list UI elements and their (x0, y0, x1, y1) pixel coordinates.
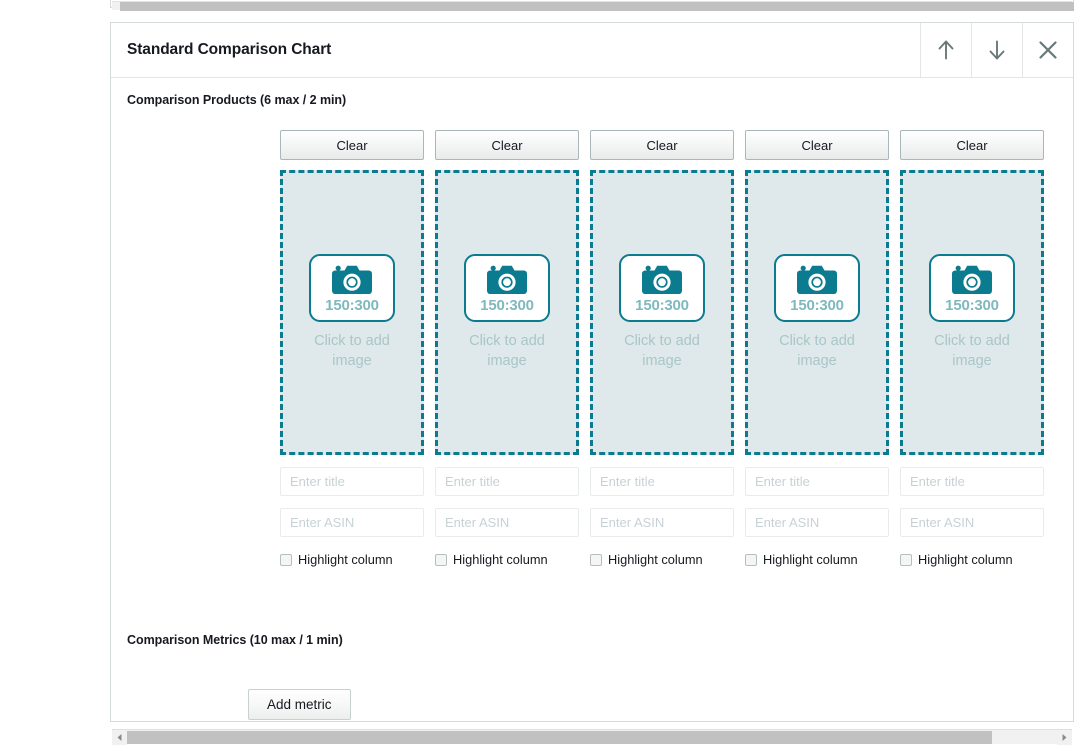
comparison-products-label: Comparison Products (6 max / 2 min) (127, 93, 347, 107)
image-dropzone[interactable]: 150:300 Click to add image (900, 170, 1044, 455)
clear-button[interactable]: Clear (280, 130, 424, 160)
dropzone-caption: Click to add image (934, 333, 1010, 369)
checkbox-box[interactable] (590, 553, 602, 566)
product-column: Clear 150:300 Click to add image Highlig… (435, 130, 579, 567)
highlight-column-checkbox[interactable]: Highlight column (900, 552, 1044, 567)
move-up-button[interactable] (920, 23, 971, 77)
product-column: Clear 150:300 Click to add image Highlig… (280, 130, 424, 567)
product-asin-input[interactable] (280, 508, 424, 537)
product-column: Clear 150:300 Click to add image Highlig… (590, 130, 734, 567)
comparison-metrics-label: Comparison Metrics (10 max / 1 min) (127, 633, 343, 647)
standard-comparison-chart-panel: Standard Comparison Chart Comparison Pro… (110, 22, 1074, 722)
product-title-input[interactable] (900, 467, 1044, 496)
highlight-column-label: Highlight column (918, 552, 1013, 567)
highlight-column-checkbox[interactable]: Highlight column (590, 552, 734, 567)
highlight-column-checkbox[interactable]: Highlight column (280, 552, 424, 567)
scroll-right-button[interactable] (1057, 729, 1072, 745)
camera-glyph (797, 265, 837, 294)
scroll-right-icon (1061, 733, 1068, 742)
close-icon (1036, 38, 1060, 62)
arrow-down-icon (986, 38, 1008, 62)
panel-header-actions (920, 23, 1073, 77)
previous-panel-scrollbar[interactable] (112, 1, 1074, 11)
add-metric-button[interactable]: Add metric (248, 689, 351, 720)
dropzone-caption: Click to add image (779, 333, 855, 369)
image-ratio-label: 150:300 (945, 297, 999, 314)
camera-icon: 150:300 (619, 254, 705, 322)
product-asin-input[interactable] (900, 508, 1044, 537)
horizontal-scrollbar-track[interactable] (992, 731, 1057, 744)
image-ratio-label: 150:300 (325, 297, 379, 314)
move-down-button[interactable] (971, 23, 1022, 77)
checkbox-box[interactable] (280, 553, 292, 566)
camera-icon: 150:300 (309, 254, 395, 322)
highlight-column-checkbox[interactable]: Highlight column (745, 552, 889, 567)
product-asin-input[interactable] (590, 508, 734, 537)
product-column: Clear 150:300 Click to add image Highlig… (900, 130, 1044, 567)
image-dropzone[interactable]: 150:300 Click to add image (590, 170, 734, 455)
image-dropzone[interactable]: 150:300 Click to add image (435, 170, 579, 455)
scroll-left-icon (116, 733, 123, 742)
highlight-column-checkbox[interactable]: Highlight column (435, 552, 579, 567)
horizontal-scrollbar[interactable] (112, 729, 1072, 745)
panel-header: Standard Comparison Chart (111, 23, 1073, 78)
clear-button[interactable]: Clear (590, 130, 734, 160)
camera-glyph (332, 265, 372, 294)
page-title: Standard Comparison Chart (127, 41, 332, 58)
image-ratio-label: 150:300 (480, 297, 534, 314)
image-ratio-label: 150:300 (790, 297, 844, 314)
clear-button[interactable]: Clear (435, 130, 579, 160)
camera-icon: 150:300 (929, 254, 1015, 322)
horizontal-scrollbar-thumb[interactable] (127, 730, 992, 744)
product-title-input[interactable] (745, 467, 889, 496)
camera-glyph (952, 265, 992, 294)
product-asin-input[interactable] (745, 508, 889, 537)
dropzone-caption: Click to add image (624, 333, 700, 369)
highlight-column-label: Highlight column (608, 552, 703, 567)
image-dropzone[interactable]: 150:300 Click to add image (745, 170, 889, 455)
checkbox-box[interactable] (435, 553, 447, 566)
product-column: Clear 150:300 Click to add image Highlig… (745, 130, 889, 567)
checkbox-box[interactable] (900, 553, 912, 566)
clear-button[interactable]: Clear (745, 130, 889, 160)
image-ratio-label: 150:300 (635, 297, 689, 314)
previous-panel-scrollbar-thumb[interactable] (120, 2, 1074, 11)
checkbox-box[interactable] (745, 553, 757, 566)
image-dropzone[interactable]: 150:300 Click to add image (280, 170, 424, 455)
close-button[interactable] (1022, 23, 1073, 77)
camera-icon: 150:300 (774, 254, 860, 322)
camera-glyph (642, 265, 682, 294)
highlight-column-label: Highlight column (453, 552, 548, 567)
product-title-input[interactable] (590, 467, 734, 496)
camera-icon: 150:300 (464, 254, 550, 322)
scroll-left-button[interactable] (112, 729, 127, 745)
panel-body: Comparison Products (6 max / 2 min) Clea… (111, 78, 1073, 721)
dropzone-caption: Click to add image (469, 333, 545, 369)
highlight-column-label: Highlight column (298, 552, 393, 567)
highlight-column-label: Highlight column (763, 552, 858, 567)
arrow-up-icon (935, 38, 957, 62)
clear-button[interactable]: Clear (900, 130, 1044, 160)
dropzone-caption: Click to add image (314, 333, 390, 369)
product-title-input[interactable] (280, 467, 424, 496)
camera-glyph (487, 265, 527, 294)
comparison-products-columns: Clear 150:300 Click to add image Highlig… (280, 130, 1061, 567)
product-asin-input[interactable] (435, 508, 579, 537)
product-title-input[interactable] (435, 467, 579, 496)
